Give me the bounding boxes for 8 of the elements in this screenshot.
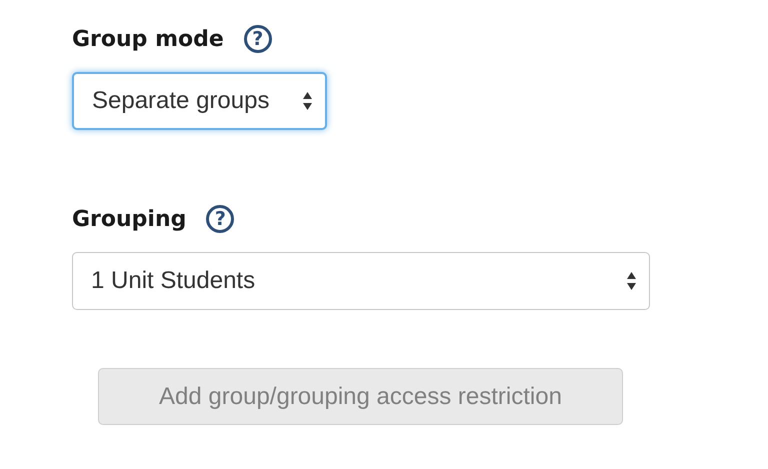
dropdown-select[interactable]: 1 Unit Students <box>72 252 650 310</box>
help-icon[interactable]: ? <box>244 25 272 53</box>
field-label: Grouping <box>72 206 186 232</box>
help-icon[interactable]: ? <box>206 205 234 233</box>
updown-arrows-icon <box>302 91 313 111</box>
field-label: Group mode <box>72 26 224 52</box>
updown-arrows-icon <box>626 271 637 291</box>
dropdown-select[interactable]: Separate groups <box>72 72 327 130</box>
